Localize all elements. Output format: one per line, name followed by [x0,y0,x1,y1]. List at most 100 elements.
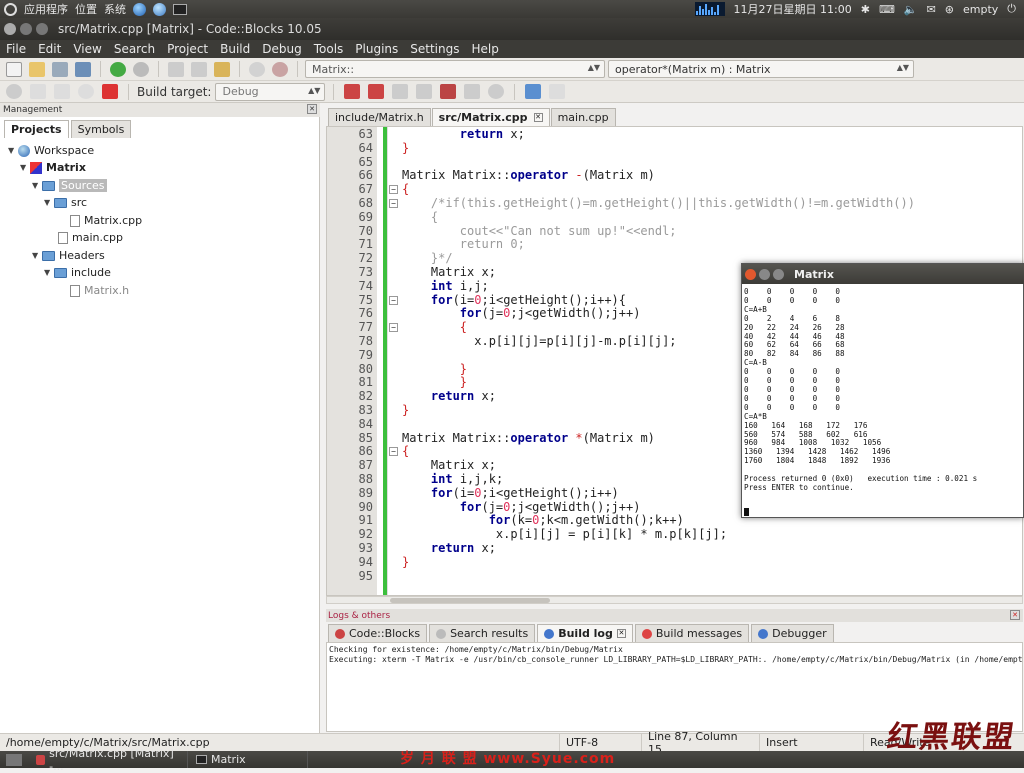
show-desktop-icon[interactable] [6,753,22,766]
tree-item-matrix-h[interactable]: Matrix.h [70,282,129,299]
function-combo[interactable]: operator*(Matrix m) : Matrix ▲▼ [608,60,914,78]
menu-build[interactable]: Build [214,42,256,56]
tab-matrix-h[interactable]: include/Matrix.h [328,108,431,126]
close-icon[interactable]: ✕ [307,104,317,114]
tab-matrix-cpp[interactable]: src/Matrix.cpp ✕ [431,108,550,126]
menu-file[interactable]: File [0,42,32,56]
expander-icon[interactable]: ▼ [44,198,54,207]
window-close-button[interactable] [4,23,16,35]
tab-projects[interactable]: Projects [4,120,69,138]
expander-icon[interactable]: ▼ [20,163,30,172]
user-name[interactable]: empty [963,3,998,16]
expander-icon[interactable]: ▼ [8,146,18,155]
user-icon[interactable]: ⊛ [945,3,954,16]
ubuntu-logo-icon[interactable] [4,2,17,16]
menu-search[interactable]: Search [108,42,161,56]
tab-build-messages[interactable]: Build messages [634,624,750,642]
new-file-icon[interactable] [6,61,22,77]
scope-combo[interactable]: Matrix:: ▲▼ [305,60,605,78]
debug-info-icon[interactable] [549,84,566,99]
menu-debug[interactable]: Debug [256,42,307,56]
bluetooth-icon[interactable]: ✱ [861,3,870,16]
tree-item-src[interactable]: ▼ src [44,194,87,211]
tree-item-sources[interactable]: ▼ Sources [32,177,107,194]
menu-plugins[interactable]: Plugins [349,42,404,56]
menu-applications[interactable]: 应用程序 [24,1,68,17]
open-file-icon[interactable] [29,61,45,77]
taskbar-item-matrix[interactable]: Matrix [188,751,308,768]
web-launcher-icon[interactable] [153,2,166,16]
fold-toggle-icon[interactable]: − [389,199,398,208]
tree-item-include[interactable]: ▼ include [44,264,111,281]
close-icon[interactable]: ✕ [533,113,543,122]
rebuild-icon[interactable] [78,84,94,99]
menu-edit[interactable]: Edit [32,42,67,56]
copy-icon[interactable] [191,61,207,77]
tree-item-headers[interactable]: ▼ Headers [32,247,105,264]
browser-launcher-icon[interactable] [133,2,146,16]
mail-icon[interactable]: ✉ [927,3,936,16]
window-maximize-button[interactable] [36,23,48,35]
stop-debugger-icon[interactable] [488,84,505,99]
build-target-combo[interactable]: Debug ▲▼ [215,82,326,101]
next-line-icon[interactable] [392,84,409,99]
fold-toggle-icon[interactable]: − [389,323,398,333]
tab-main-cpp[interactable]: main.cpp [550,108,616,126]
tab-build-log[interactable]: Build log ✕ [537,624,633,642]
paste-icon[interactable] [214,61,230,77]
undo-icon[interactable] [110,61,126,77]
fold-toggle-icon[interactable]: − [389,295,398,305]
clock[interactable]: 11月27日星期日 11:00 [734,1,852,17]
debug-windows-icon[interactable] [525,84,542,99]
terminal-maximize-button[interactable] [773,268,784,280]
menu-view[interactable]: View [67,42,107,56]
debug-start-icon[interactable] [344,84,361,99]
expander-icon[interactable]: ▼ [44,268,54,277]
close-icon[interactable]: ✕ [616,629,626,638]
run-icon[interactable] [30,84,46,99]
tab-codeblocks-log[interactable]: Code::Blocks [328,624,428,642]
menu-help[interactable]: Help [465,42,504,56]
fold-toggle-icon[interactable]: − [389,447,398,457]
tab-search-results[interactable]: Search results [429,624,536,642]
volume-icon[interactable]: 🔈 [904,3,918,16]
terminal-close-button[interactable] [745,268,756,280]
cut-icon[interactable] [168,61,184,77]
step-into-icon[interactable] [416,84,433,99]
find-icon[interactable] [249,61,265,77]
menu-project[interactable]: Project [161,42,214,56]
taskbar-item-codeblocks[interactable]: src/Matrix.cpp [Matrix] -... [28,747,188,773]
save-icon[interactable] [52,61,68,77]
replace-icon[interactable] [272,61,288,77]
tree-item-matrix-cpp[interactable]: Matrix.cpp [70,212,142,229]
expander-icon[interactable]: ▼ [32,181,42,190]
tree-item-main-cpp[interactable]: main.cpp [58,229,123,246]
terminal-launcher-icon[interactable] [173,3,187,15]
terminal-titlebar[interactable]: Matrix [742,264,1024,284]
redo-icon[interactable] [133,61,149,77]
tree-item-workspace[interactable]: ▼ Workspace [8,142,94,159]
step-out-icon[interactable] [440,84,457,99]
menu-system[interactable]: 系统 [104,1,126,17]
build-run-icon[interactable] [54,84,70,99]
close-icon[interactable]: ✕ [1010,610,1020,620]
next-instruction-icon[interactable] [464,84,481,99]
window-titlebar[interactable]: src/Matrix.cpp [Matrix] - Code::Blocks 1… [0,18,1024,40]
tab-symbols[interactable]: Symbols [70,120,132,138]
keyboard-icon[interactable]: ⌨ [879,3,895,16]
scrollbar-thumb[interactable] [390,598,550,603]
run-to-cursor-icon[interactable] [368,84,385,99]
menu-settings[interactable]: Settings [404,42,465,56]
save-all-icon[interactable] [75,61,91,77]
system-monitor-icon[interactable] [694,2,725,16]
tab-debugger[interactable]: Debugger [751,624,834,642]
abort-icon[interactable] [102,84,118,99]
terminal-window[interactable]: Matrix 0 0 0 0 0 0 0 0 0 0 C=A+B 0 2 4 6… [741,263,1024,518]
tree-item-project[interactable]: ▼ Matrix [20,159,86,176]
menu-places[interactable]: 位置 [75,1,97,17]
fold-toggle-icon[interactable]: − [389,185,398,195]
power-icon[interactable]: ⏻ [1007,2,1016,16]
build-icon[interactable] [6,84,22,99]
menu-tools[interactable]: Tools [308,42,350,56]
terminal-minimize-button[interactable] [759,268,770,280]
